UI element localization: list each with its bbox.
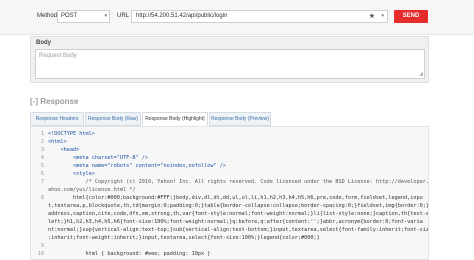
request-body-placeholder: Request Body [39, 53, 77, 59]
code-text: left;}h1,h2,h3,h4,h5,h6{font-size:100%;f… [48, 219, 423, 225]
method-value: POST [61, 13, 78, 19]
code-text: t,textarea,p,blockquote,th,td{margin:0;p… [48, 203, 428, 209]
code-line: ahoo.com/yui/license.html */ [31, 186, 428, 194]
code-line: 4 <meta charset="UTF-8" /> [31, 154, 428, 162]
tab-response-body-highlight[interactable]: Response Body (Highlight) [142, 112, 208, 126]
code-text: html { background: #eee; padding: 10px } [48, 251, 211, 257]
code-text: <head> [48, 147, 80, 153]
code-line: :inherit;font-weight:inherit;}input,text… [31, 234, 428, 242]
code-text: address,caption,cite,code,dfn,em,strong,… [48, 211, 428, 217]
line-number: 6 [40, 171, 44, 177]
code-line: 7 /* Copyright (c) 2010, Yahoo! Inc. All… [31, 178, 428, 186]
line-number: 4 [40, 155, 44, 161]
code-line: 10 html { background: #eee; padding: 10p… [31, 250, 428, 258]
send-button[interactable]: SEND [394, 10, 428, 23]
code-line: 8 html{color:#000;background:#FFF;}body,… [31, 194, 428, 202]
resize-grip-icon[interactable]: ◢ [419, 71, 423, 77]
tab-response-body-raw[interactable]: Response Body (Raw) [85, 112, 141, 126]
tab-response-body-preview[interactable]: Response Body (Preview) [209, 112, 271, 126]
code-line: 3 <head> [31, 146, 428, 154]
body-panel: Body Request Body ◢ [30, 36, 429, 83]
code-text: nt:normal;}sup{vertical-align:text-top;}… [48, 227, 428, 233]
code-text: html{color:#000;background:#FFF;}body,di… [48, 195, 423, 201]
request-body-textarea[interactable]: Request Body ◢ [35, 49, 425, 79]
line-number: 10 [37, 251, 44, 257]
code-line: 9 [31, 242, 428, 250]
response-code-panel[interactable]: 1 <!DOCTYPE html> 2 <html> 3 <head> 4 <meta c… [30, 126, 429, 260]
code-line: left;}h1,h2,h3,h4,h5,h6{font-size:100%;f… [31, 218, 428, 226]
url-value: http://54.200.51.42/api/public/login [136, 13, 228, 19]
request-bar: Method POST ▾ URL http://54.200.51.42/ap… [0, 0, 474, 35]
line-number: 1 [40, 131, 44, 137]
code-line: 5 <meta name="robots" content="noindex,n… [31, 162, 428, 170]
code-text: ahoo.com/yui/license.html */ [48, 187, 136, 193]
method-select[interactable]: POST ▾ [57, 10, 110, 23]
code-line: 1 <!DOCTYPE html> [31, 130, 428, 138]
line-number: 7 [40, 179, 44, 185]
code-text: <meta charset="UTF-8" /> [48, 155, 148, 161]
code-text: <!DOCTYPE html> [48, 131, 95, 137]
line-number: 9 [40, 243, 44, 249]
line-number: 3 [40, 147, 44, 153]
code-line: address,caption,cite,code,dfn,em,strong,… [31, 210, 428, 218]
line-number: 2 [40, 139, 44, 145]
code-listing: 1 <!DOCTYPE html> 2 <html> 3 <head> 4 <meta c… [31, 130, 428, 258]
code-text: <style> [48, 171, 95, 177]
code-line: 2 <html> [31, 138, 428, 146]
code-text: /* Copyright (c) 2010, Yahoo! Inc. All r… [48, 179, 428, 185]
chevron-down-icon[interactable]: ▾ [381, 11, 384, 22]
line-number: 8 [40, 195, 44, 201]
line-number: 5 [40, 163, 44, 169]
url-label: URL [117, 13, 130, 19]
response-tabs: Response Headers Response Body (Raw) Res… [30, 112, 429, 126]
response-toggle[interactable]: [-] Response [30, 97, 78, 106]
star-icon[interactable]: ★ [369, 11, 375, 22]
code-line: nt:normal;}sup{vertical-align:text-top;}… [31, 226, 428, 234]
body-title: Body [36, 40, 51, 46]
tab-response-headers[interactable]: Response Headers [30, 112, 84, 126]
method-label: Method [37, 13, 58, 19]
code-line: 6 <style> [31, 170, 428, 178]
code-text: <html> [48, 139, 67, 145]
code-text: <meta name="robots" content="noindex,nof… [48, 163, 227, 169]
url-input[interactable]: http://54.200.51.42/api/public/login ★ ▾ [131, 10, 388, 23]
code-text: :inherit;font-weight:inherit;}input,text… [48, 235, 320, 241]
chevron-down-icon: ▾ [104, 13, 107, 19]
code-line: t,textarea,p,blockquote,th,td{margin:0;p… [31, 202, 428, 210]
